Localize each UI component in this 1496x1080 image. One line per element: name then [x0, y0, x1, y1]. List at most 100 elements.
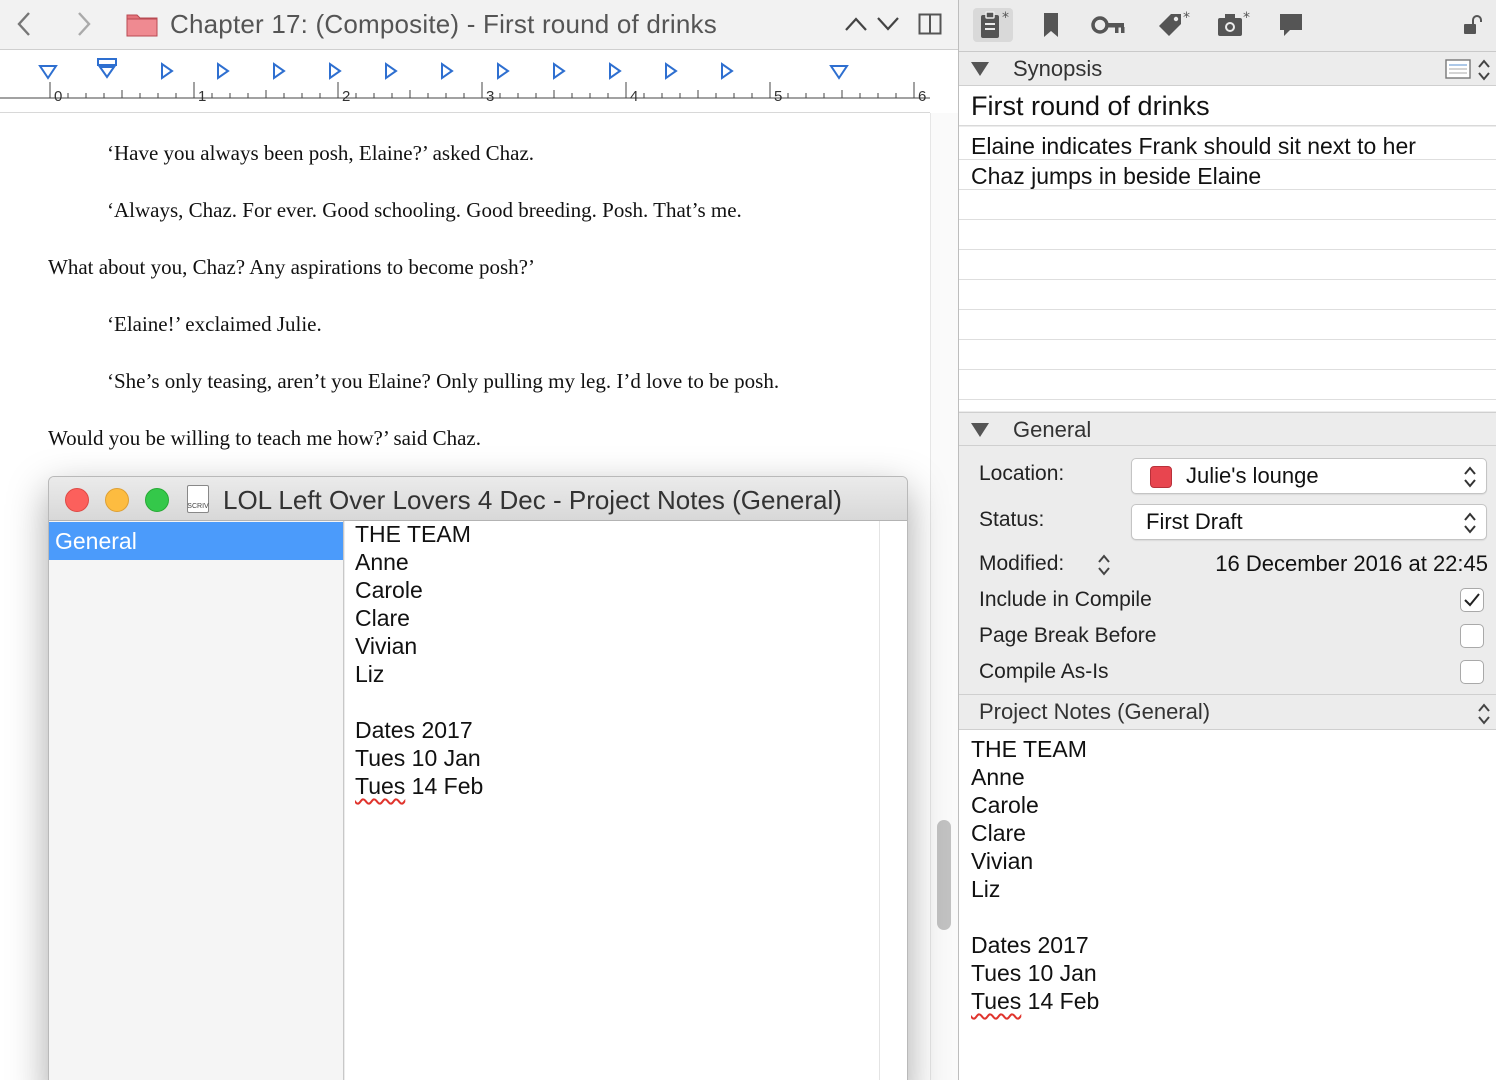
tag-icon: * — [1159, 10, 1190, 36]
ruler[interactable] — [0, 51, 930, 113]
scrivener-file-icon: SCRIV — [187, 485, 209, 513]
index-card-icon[interactable] — [1445, 59, 1471, 79]
chevron-right-icon — [78, 12, 91, 36]
notes-sidebar: General — [49, 521, 344, 1080]
stepper-arrows-icon[interactable] — [1477, 58, 1491, 82]
note-line: Anne — [971, 764, 1025, 790]
checkmark-icon — [1464, 593, 1480, 607]
status-value: First Draft — [1146, 509, 1243, 534]
chevron-left-icon — [17, 12, 30, 36]
note-line: Anne — [355, 549, 409, 575]
synopsis-text-area[interactable]: Elaine indicates Frank should sit next t… — [959, 127, 1496, 411]
note-line: Dates 2017 — [971, 932, 1089, 958]
split-view-button[interactable] — [916, 10, 944, 38]
metadata-tab-button[interactable] — [1089, 8, 1129, 42]
sidebar-item-general[interactable]: General — [49, 522, 343, 560]
disclosure-triangle-icon[interactable] — [971, 423, 989, 437]
unlocked-icon — [1464, 15, 1482, 34]
chevron-down-icon — [877, 17, 899, 31]
page-break-before-checkbox[interactable] — [1460, 624, 1484, 648]
note-line: Vivian — [355, 633, 418, 659]
section-label: Synopsis — [1013, 56, 1103, 81]
compile-as-is-checkbox[interactable] — [1460, 660, 1484, 684]
snapshots-tab-button[interactable]: * — [1215, 8, 1255, 42]
ruler-label: 4 — [630, 88, 639, 105]
next-document-button[interactable] — [874, 10, 902, 38]
notes-tab-button[interactable]: * — [973, 8, 1013, 42]
synopsis-title-field[interactable]: First round of drinks — [959, 86, 1496, 126]
note-line: THE TEAM — [355, 521, 471, 547]
keywords-tab-button[interactable]: * — [1155, 8, 1195, 42]
notes-text-area[interactable]: THE TEAM Anne Carole Clare Vivian Liz Da… — [345, 521, 879, 1080]
modified-label: Modified: — [979, 552, 1065, 575]
include-in-compile-checkbox[interactable] — [1460, 588, 1484, 612]
location-label: Location: — [979, 462, 1065, 485]
note-line: Liz — [971, 876, 1001, 902]
note-line: Tues 10 Jan — [971, 960, 1097, 986]
synopsis-header[interactable]: Synopsis — [959, 52, 1496, 86]
previous-document-button[interactable] — [842, 10, 870, 38]
paragraph: ‘She’s only teasing, aren’t you Elaine? … — [107, 369, 780, 393]
comment-icon — [1280, 14, 1302, 36]
paragraph: What about you, Chaz? Any aspirations to… — [48, 255, 535, 279]
folder-icon — [126, 14, 158, 37]
zoom-button[interactable] — [145, 488, 169, 512]
note-line: Clare — [355, 605, 410, 631]
section-label: General — [1013, 417, 1092, 442]
key-icon — [1091, 16, 1125, 34]
ruler-label: 6 — [918, 88, 927, 105]
paragraph: ‘Have you always been posh, Elaine?’ ask… — [107, 141, 535, 165]
file-icon-label: SCRIV — [187, 503, 209, 510]
forward-button[interactable] — [70, 8, 98, 40]
editor-header: Chapter 17: (Composite) - First round of… — [0, 0, 958, 50]
editor-scrollbar[interactable] — [930, 113, 958, 1080]
ruler-label: 0 — [54, 88, 63, 105]
notes-selector-arrows-icon[interactable] — [1477, 702, 1491, 726]
paragraph: ‘Elaine!’ exclaimed Julie. — [107, 312, 322, 336]
clipboard-icon: * — [981, 10, 1009, 38]
scrollbar-thumb[interactable] — [937, 820, 951, 930]
minimize-button[interactable] — [105, 488, 129, 512]
inspector-toolbar: * * * — [959, 0, 1496, 52]
note-line: THE TEAM — [971, 736, 1087, 762]
chevron-up-icon — [845, 17, 867, 31]
modified-value: 16 December 2016 at 22:45 — [1215, 551, 1488, 576]
notes-header[interactable]: Project Notes (General) — [959, 694, 1496, 730]
synopsis-line: Chaz jumps in beside Elaine — [971, 163, 1262, 189]
location-value: Julie's lounge — [1186, 463, 1319, 488]
ruler-label: 2 — [342, 88, 351, 105]
document-title: Chapter 17: (Composite) - First round of… — [170, 9, 717, 39]
note-line: Tues 10 Jan — [355, 745, 481, 771]
ruler-label: 1 — [198, 88, 207, 105]
notes-scrollbar[interactable] — [879, 521, 907, 1080]
lock-button[interactable] — [1455, 8, 1491, 42]
comments-tab-button[interactable] — [1271, 8, 1311, 42]
note-line: Tues 14 Feb — [971, 988, 1099, 1015]
location-popup[interactable]: Julie's lounge — [1131, 458, 1487, 494]
svg-text:*: * — [1243, 10, 1250, 26]
include-in-compile-label: Include in Compile — [979, 588, 1152, 611]
close-button[interactable] — [65, 488, 89, 512]
note-line: Liz — [355, 661, 385, 687]
bookmarks-tab-button[interactable] — [1031, 8, 1071, 42]
note-line-rest: 14 Feb — [1021, 988, 1100, 1014]
camera-icon: * — [1218, 10, 1250, 36]
project-notes-text-area[interactable]: THE TEAM Anne Carole Clare Vivian Liz Da… — [959, 730, 1496, 1080]
project-notes-window: SCRIV LOL Left Over Lovers 4 Dec - Proje… — [48, 476, 908, 1080]
window-titlebar[interactable]: SCRIV LOL Left Over Lovers 4 Dec - Proje… — [49, 477, 907, 521]
note-line: Vivian — [971, 848, 1034, 874]
note-line: Clare — [971, 820, 1026, 846]
modified-stepper-icon[interactable] — [1097, 553, 1111, 577]
status-popup[interactable]: First Draft — [1131, 504, 1487, 540]
ruler-label: 3 — [486, 88, 495, 105]
paragraph: Would you be willing to teach me how?’ s… — [48, 426, 481, 450]
misspelled-word[interactable]: Tues — [971, 988, 1021, 1014]
inspector-pane: * * * Synopsis First round of drinks Ela… — [958, 0, 1496, 1080]
note-line: Carole — [971, 792, 1039, 818]
general-header[interactable]: General — [959, 412, 1496, 446]
synopsis-line: Elaine indicates Frank should sit next t… — [971, 133, 1416, 159]
misspelled-word[interactable]: Tues — [355, 773, 405, 799]
back-button[interactable] — [10, 8, 38, 40]
bookmark-icon — [1044, 13, 1058, 37]
disclosure-triangle-icon[interactable] — [971, 62, 989, 76]
